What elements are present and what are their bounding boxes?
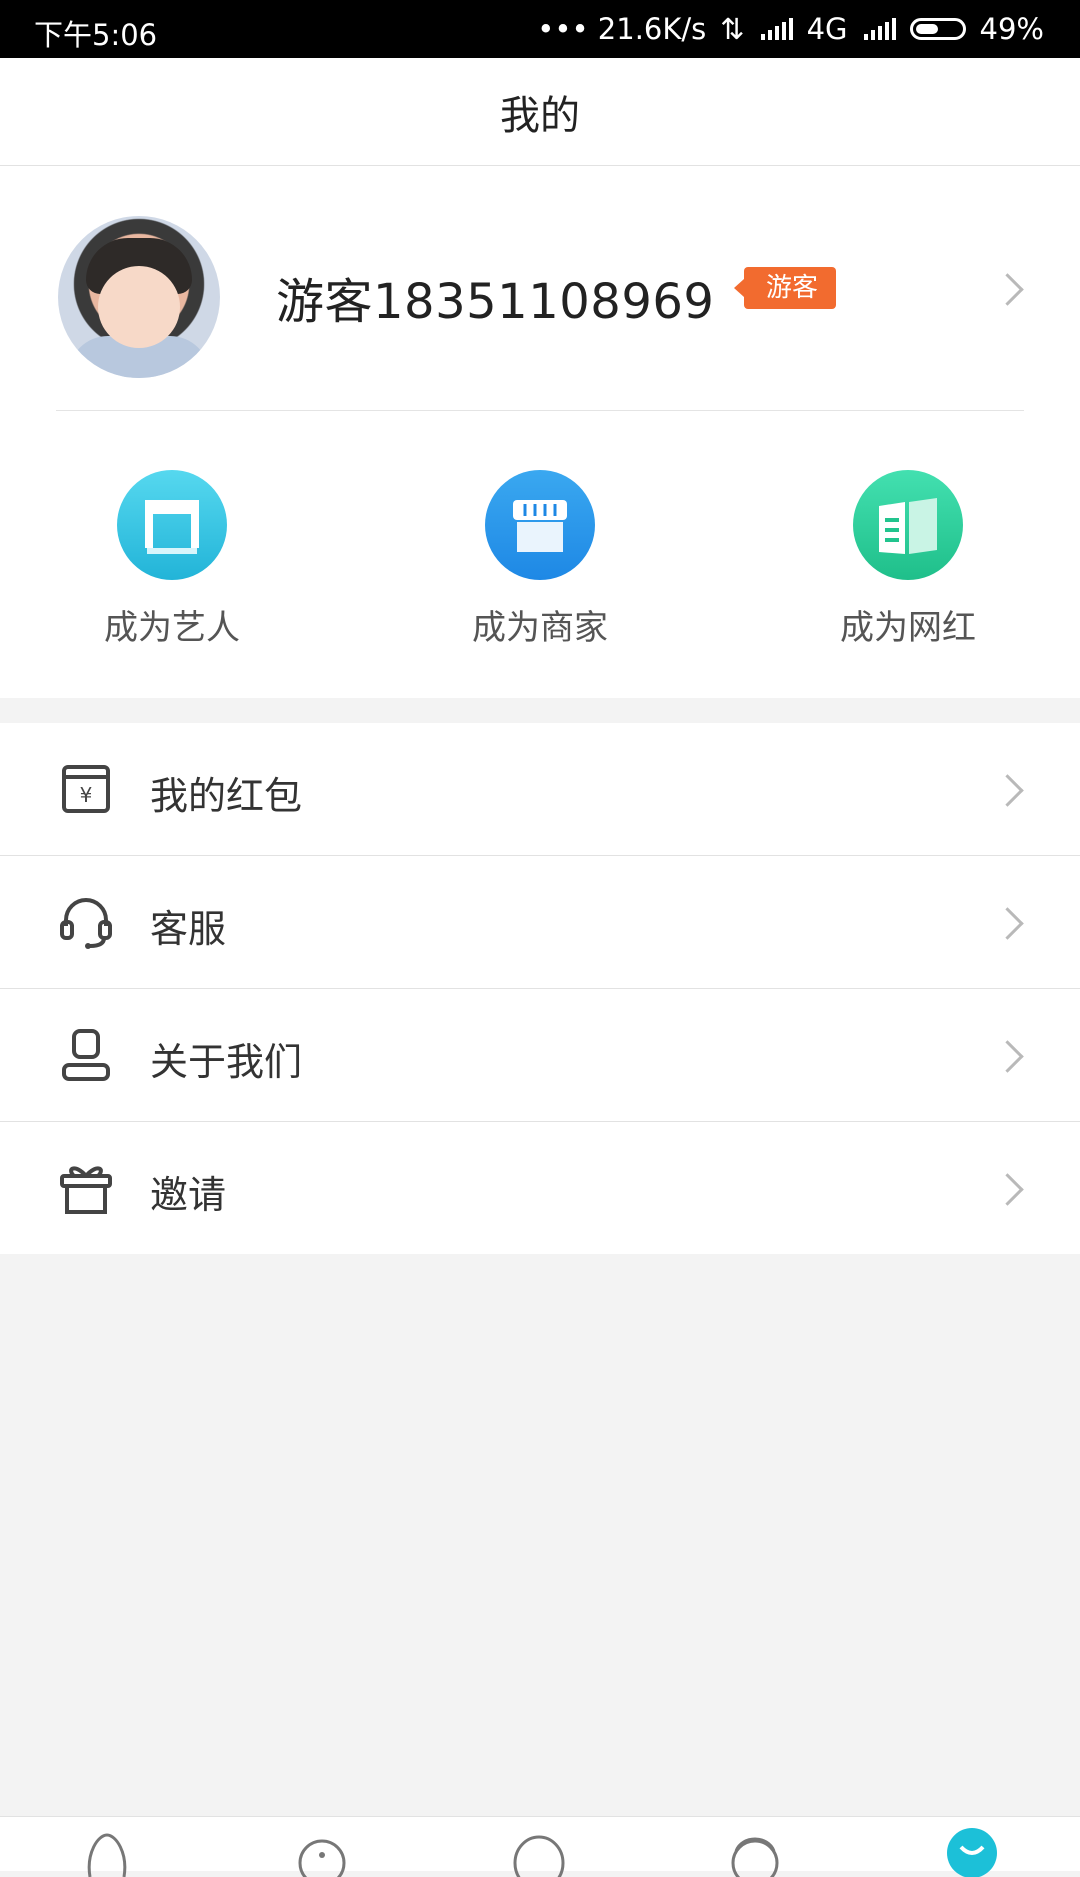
menu-item-red-envelope[interactable]: ¥ 我的红包 bbox=[0, 723, 1080, 856]
status-time: 下午5:06 bbox=[34, 18, 158, 52]
red-envelope-icon: ¥ bbox=[62, 765, 110, 813]
become-artist-label: 成为艺人 bbox=[104, 608, 240, 648]
avatar[interactable] bbox=[58, 216, 220, 378]
chevron-right-icon bbox=[991, 907, 1024, 940]
home-tab-icon[interactable] bbox=[80, 1823, 134, 1877]
signal-icon-2 bbox=[863, 18, 896, 40]
network-type: 4G bbox=[806, 12, 848, 46]
signal-icon bbox=[760, 18, 793, 40]
chevron-right-icon bbox=[991, 1040, 1024, 1073]
headset-icon bbox=[60, 898, 112, 949]
become-influencer-button[interactable]: 成为网红 bbox=[808, 470, 1008, 649]
discover-tab-icon[interactable] bbox=[295, 1823, 349, 1877]
battery-icon bbox=[909, 18, 966, 40]
profile-tab-icon[interactable] bbox=[945, 1823, 999, 1877]
menu-list: ¥ 我的红包 客服 关于我们 邀请 bbox=[0, 723, 1080, 1254]
net-speed: ••• 21.6K/s bbox=[537, 12, 707, 46]
friends-tab-icon[interactable] bbox=[728, 1823, 782, 1877]
battery-percent: 49% bbox=[979, 12, 1044, 46]
menu-label: 关于我们 bbox=[150, 1040, 303, 1084]
chevron-right-icon[interactable] bbox=[991, 273, 1024, 306]
chevron-right-icon bbox=[991, 774, 1024, 807]
shop-icon bbox=[485, 470, 595, 580]
profile-card: 游客18351108969 游客 成为艺人 成为商家 成为网红 bbox=[0, 166, 1080, 698]
message-tab-icon[interactable] bbox=[512, 1823, 566, 1877]
chevron-right-icon bbox=[991, 1173, 1024, 1206]
divider bbox=[56, 410, 1024, 411]
status-bar: 下午5:06 ••• 21.6K/s ⇅ 4G 49% bbox=[0, 0, 1080, 58]
svg-text:¥: ¥ bbox=[80, 783, 93, 807]
menu-item-customer-service[interactable]: 客服 bbox=[0, 856, 1080, 989]
menu-item-invite[interactable]: 邀请 bbox=[0, 1122, 1080, 1254]
menu-label: 邀请 bbox=[150, 1173, 227, 1217]
username[interactable]: 游客18351108969 bbox=[276, 262, 714, 332]
title-bar: 我的 bbox=[0, 58, 1080, 166]
data-transfer-icon: ⇅ bbox=[720, 12, 745, 46]
gift-icon bbox=[60, 1166, 112, 1214]
tab-bar bbox=[0, 1816, 1080, 1877]
person-icon bbox=[62, 1029, 110, 1081]
page-title: 我的 bbox=[500, 92, 580, 139]
book-icon bbox=[853, 470, 963, 580]
become-artist-button[interactable]: 成为艺人 bbox=[72, 470, 272, 649]
guest-badge: 游客 bbox=[733, 267, 837, 309]
become-influencer-label: 成为网红 bbox=[840, 608, 976, 648]
status-right: ••• 21.6K/s ⇅ 4G 49% bbox=[537, 12, 1044, 46]
become-merchant-label: 成为商家 bbox=[472, 608, 608, 648]
menu-label: 我的红包 bbox=[150, 774, 303, 818]
menu-item-about-us[interactable]: 关于我们 bbox=[0, 989, 1080, 1122]
stage-icon bbox=[117, 470, 227, 580]
menu-label: 客服 bbox=[150, 907, 227, 951]
become-merchant-button[interactable]: 成为商家 bbox=[440, 470, 640, 649]
